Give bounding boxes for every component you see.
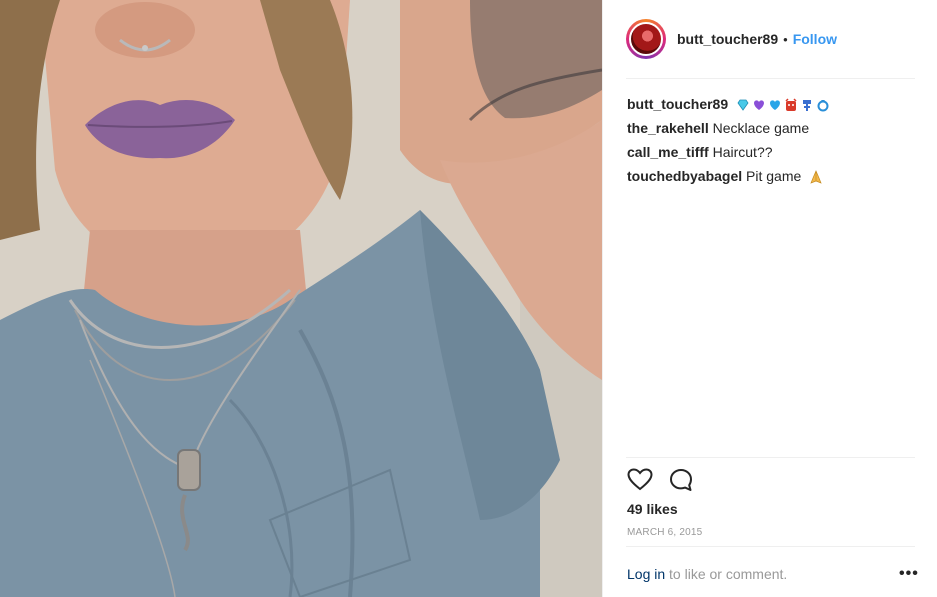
- likes-count[interactable]: 49 likes: [627, 501, 678, 517]
- comment-username[interactable]: butt_toucher89: [627, 96, 728, 112]
- login-prompt: Log in to like or comment.: [627, 566, 787, 582]
- comment-emojis: [809, 170, 823, 184]
- follow-button[interactable]: Follow: [793, 31, 837, 47]
- post-date: MARCH 6, 2015: [627, 527, 703, 538]
- list-item: touchedbyabagel Pit game: [627, 164, 917, 188]
- devil-icon: [785, 98, 797, 112]
- blue-heart-icon: [770, 100, 780, 111]
- post-actions: [627, 468, 693, 492]
- comment-text: Pit game: [746, 168, 802, 184]
- post-photo[interactable]: [0, 0, 602, 597]
- post-photo-illustration: [0, 0, 602, 597]
- comment-username[interactable]: call_me_tifff: [627, 144, 709, 160]
- comment-text: Haircut??: [712, 144, 773, 160]
- list-item: butt_toucher89: [627, 92, 917, 116]
- header-divider: [626, 78, 915, 79]
- instagram-post: butt_toucher89 • Follow butt_toucher89 t…: [0, 0, 937, 597]
- list-item: the_rakehell Necklace game: [627, 116, 917, 140]
- more-options-icon[interactable]: •••: [899, 565, 919, 583]
- post-sidebar: butt_toucher89 • Follow butt_toucher89 t…: [602, 0, 937, 597]
- login-rest-text: to like or comment.: [669, 566, 788, 582]
- separator-dot: •: [783, 31, 788, 47]
- diamond-icon: [737, 99, 749, 111]
- login-divider: [626, 546, 915, 547]
- praying-hands-icon: [810, 170, 822, 184]
- comment-text: Necklace game: [712, 120, 810, 136]
- post-header: butt_toucher89 • Follow: [626, 14, 916, 64]
- login-link[interactable]: Log in: [627, 566, 665, 582]
- speech-bubble-icon[interactable]: [669, 468, 693, 492]
- author-username[interactable]: butt_toucher89: [677, 31, 778, 47]
- tiki-icon: [803, 100, 812, 112]
- comment-username[interactable]: touchedbyabagel: [627, 168, 742, 184]
- comment-list: butt_toucher89 the_rakehell Necklace gam…: [627, 92, 917, 188]
- avatar-image: [629, 22, 663, 56]
- purple-heart-icon: [754, 100, 764, 111]
- avatar[interactable]: [626, 19, 666, 59]
- comment-emojis: [736, 98, 830, 112]
- actions-divider: [626, 457, 915, 458]
- comment-username[interactable]: the_rakehell: [627, 120, 709, 136]
- ring-icon: [817, 100, 829, 112]
- heart-outline-icon[interactable]: [627, 468, 653, 492]
- list-item: call_me_tifff Haircut??: [627, 140, 917, 164]
